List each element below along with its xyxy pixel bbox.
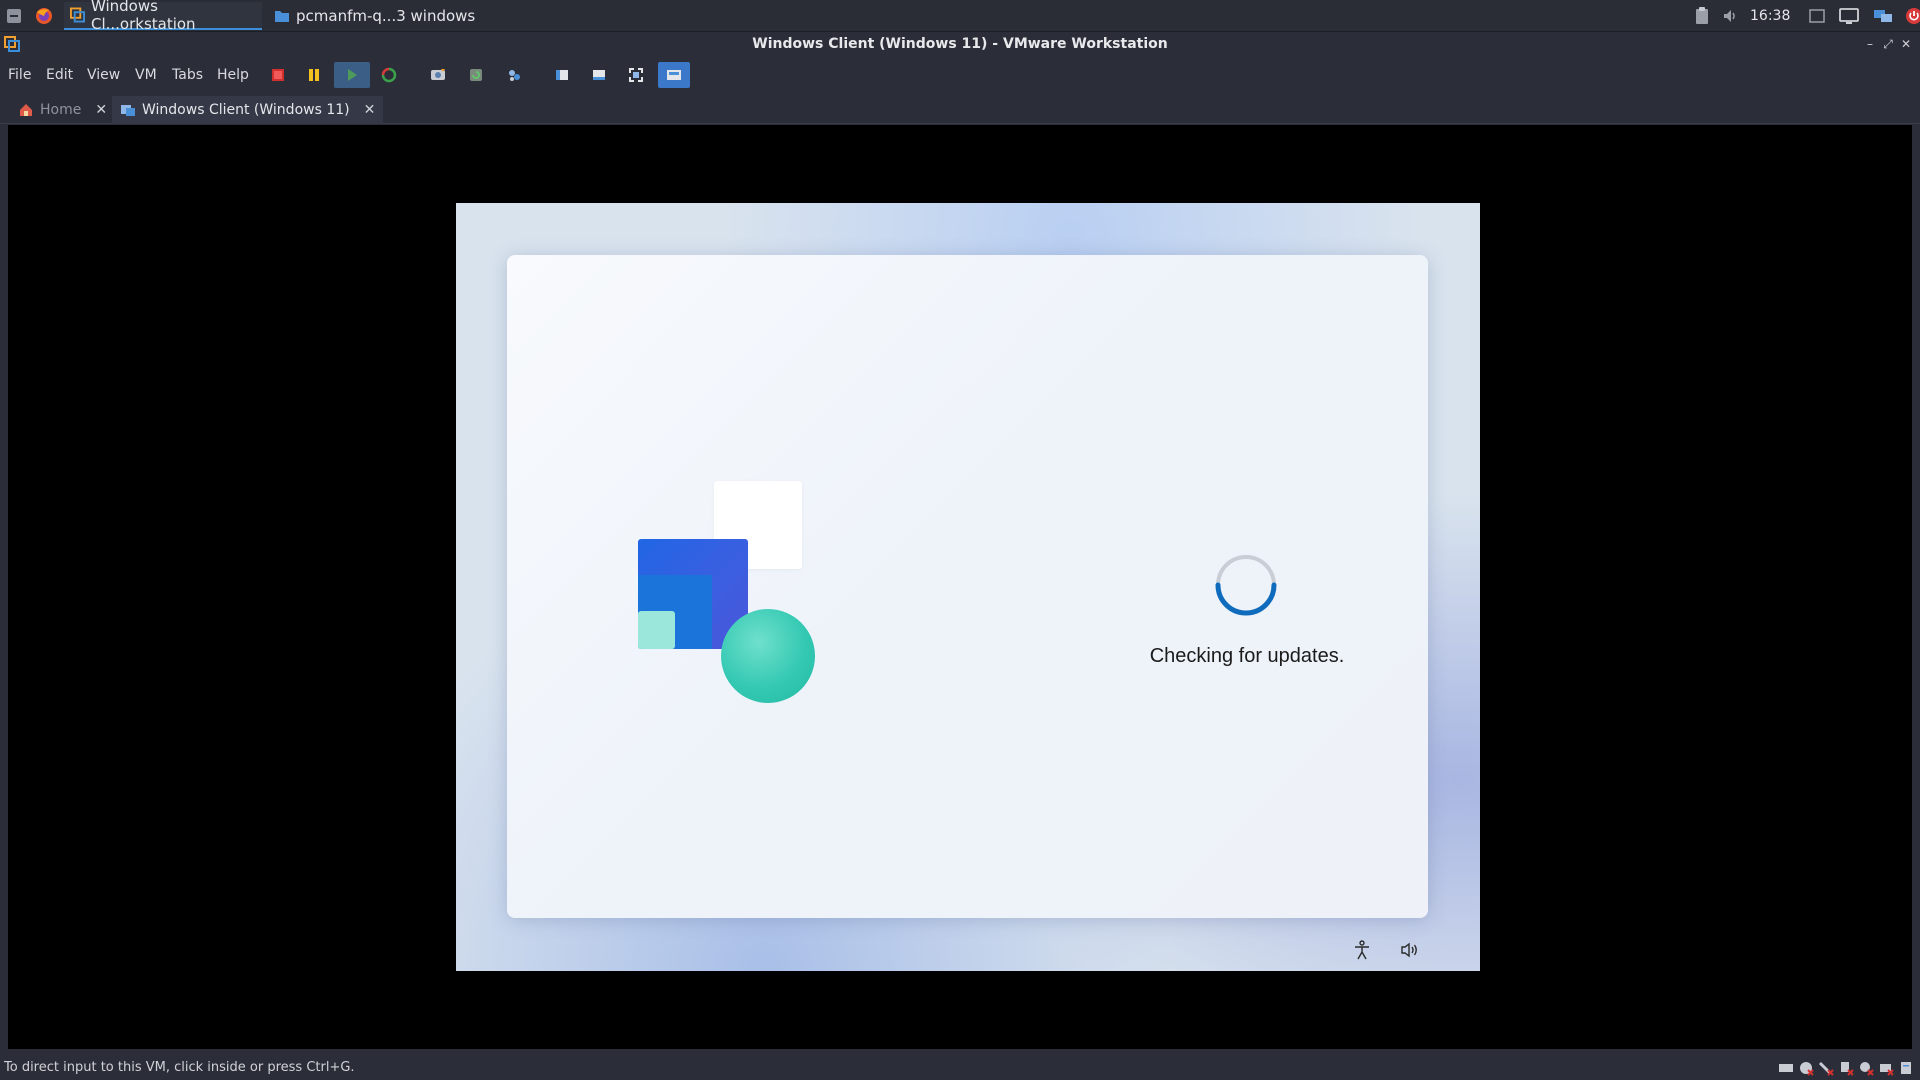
close-icon[interactable]: ✕ xyxy=(1898,36,1914,52)
illustration-teal-square xyxy=(638,611,675,649)
taskbar-task-label: Windows Cl...orkstation xyxy=(90,0,196,33)
vm-icon xyxy=(121,105,135,116)
clipboard-icon[interactable] xyxy=(1690,7,1714,25)
network-adapter-icon[interactable] xyxy=(1818,1060,1834,1076)
message-log-icon[interactable] xyxy=(1898,1060,1914,1076)
home-icon xyxy=(20,104,32,116)
status-bar: To direct input to this VM, click inside… xyxy=(0,1056,1920,1080)
pause-icon[interactable] xyxy=(300,62,328,88)
full-screen-icon[interactable] xyxy=(622,62,650,88)
power-icon[interactable] xyxy=(1900,7,1920,25)
menu-file[interactable]: File xyxy=(8,67,31,83)
menu-help[interactable]: Help xyxy=(217,67,249,83)
vm-console[interactable]: Checking for updates. xyxy=(8,125,1912,1049)
tab-label: Windows Client (Windows 11) xyxy=(142,102,350,118)
clock[interactable]: 16:38 xyxy=(1750,8,1790,24)
firefox-icon[interactable] xyxy=(32,4,56,28)
volume-icon[interactable] xyxy=(1714,9,1748,23)
tab-home[interactable]: Home ✕ xyxy=(10,96,115,124)
guest-screen[interactable]: Checking for updates. xyxy=(456,203,1480,971)
maximize-icon[interactable]: ⤢ xyxy=(1880,36,1896,52)
menu-edit[interactable]: Edit xyxy=(46,67,73,83)
setup-card: Checking for updates. xyxy=(507,255,1428,918)
snapshot-icon[interactable] xyxy=(424,62,452,88)
close-tab-icon[interactable]: ✕ xyxy=(364,102,376,118)
status-hint: To direct input to this VM, click inside… xyxy=(4,1060,355,1075)
library-icon[interactable] xyxy=(548,62,576,88)
power-off-icon[interactable] xyxy=(264,62,292,88)
illustration-teal-circle xyxy=(721,609,815,703)
display-icon[interactable] xyxy=(1832,7,1866,25)
manage-snapshots-icon[interactable] xyxy=(500,62,528,88)
sound-card-icon[interactable] xyxy=(1858,1060,1874,1076)
tab-label: Home xyxy=(40,102,82,118)
status-text: Checking for updates. xyxy=(1149,645,1345,667)
hard-disk-icon[interactable] xyxy=(1778,1060,1794,1076)
play-icon[interactable] xyxy=(334,62,370,88)
tab-bar: Home ✕ Windows Client (Windows 11) ✕ xyxy=(0,96,1920,124)
taskbar-task-file-manager[interactable]: pcmanfm-q...3 windows xyxy=(268,2,481,30)
speaker-icon[interactable] xyxy=(1398,938,1422,962)
revert-snapshot-icon[interactable] xyxy=(462,62,490,88)
menu-tabs[interactable]: Tabs xyxy=(172,67,203,83)
tab-windows-client[interactable]: Windows Client (Windows 11) ✕ xyxy=(112,96,384,124)
menu-view[interactable]: View xyxy=(87,67,120,83)
cd-rom-icon[interactable] xyxy=(1798,1060,1814,1076)
menubar: File Edit View VM Tabs Help xyxy=(0,58,1920,92)
printer-icon[interactable] xyxy=(1878,1060,1894,1076)
close-tab-icon[interactable]: ✕ xyxy=(95,102,107,118)
folder-icon xyxy=(275,11,289,22)
menu-vm[interactable]: VM xyxy=(135,67,157,83)
top-taskbar: Windows Cl...orkstation pcmanfm-q...3 wi… xyxy=(0,0,1920,33)
taskbar-task-vmware[interactable]: Windows Cl...orkstation xyxy=(64,0,262,33)
accessibility-icon[interactable] xyxy=(1350,938,1374,962)
app-menu-icon[interactable] xyxy=(2,4,26,28)
taskbar-task-label: pcmanfm-q...3 windows xyxy=(296,7,476,25)
thumbnail-bar-icon[interactable] xyxy=(585,62,613,88)
minimize-icon[interactable]: – xyxy=(1862,36,1878,52)
show-desktop-icon[interactable] xyxy=(1802,9,1832,23)
vmware-icon xyxy=(70,7,85,23)
reset-icon[interactable] xyxy=(375,62,403,88)
unity-icon[interactable] xyxy=(658,62,690,88)
network-icon[interactable] xyxy=(1866,7,1900,25)
window-title: Windows Client (Windows 11) - VMware Wor… xyxy=(752,36,1168,52)
window-titlebar: Windows Client (Windows 11) - VMware Wor… xyxy=(0,33,1920,57)
system-tray: 16:38 xyxy=(1690,0,1920,32)
usb-icon[interactable] xyxy=(1838,1060,1854,1076)
loading-spinner-icon xyxy=(1215,555,1277,616)
